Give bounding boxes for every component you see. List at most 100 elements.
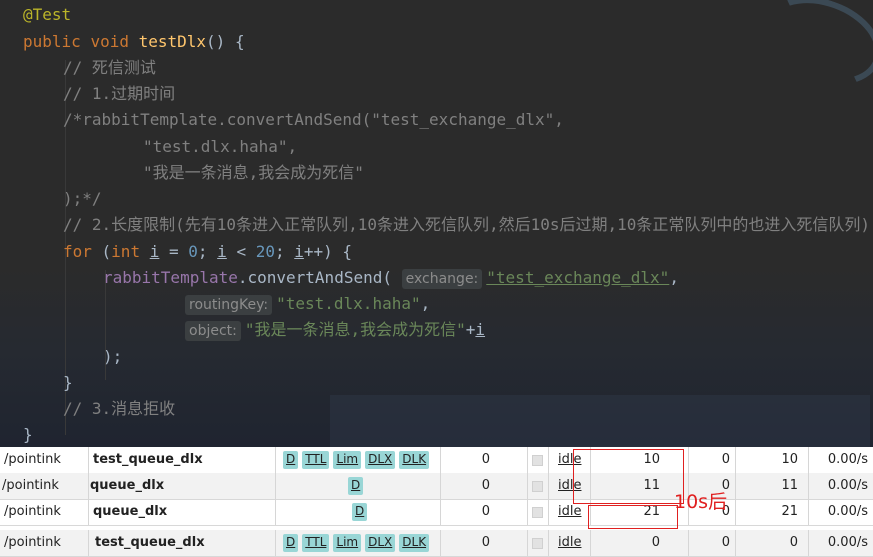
number-token: 0 xyxy=(188,242,198,261)
column-separator xyxy=(590,530,591,556)
total-count-cell: 11 xyxy=(781,478,798,493)
vhost-cell: /pointink xyxy=(4,504,61,519)
state-indicator xyxy=(532,481,543,492)
vhost-cell: /pointink xyxy=(4,535,61,550)
code-token: < xyxy=(226,242,256,261)
feature-tag[interactable]: D xyxy=(352,503,368,521)
count-cell: 0 xyxy=(481,504,490,519)
code-token: ; xyxy=(274,242,295,261)
state-cell: idle xyxy=(558,535,582,550)
variable-token: i xyxy=(149,242,160,261)
column-separator xyxy=(548,530,549,556)
code-comment: /*rabbitTemplate.convertAndSend("test_ex… xyxy=(63,107,564,133)
features-cell: D TTL Lim DLX DLK xyxy=(283,451,430,469)
feature-tag[interactable]: D xyxy=(348,477,364,495)
code-comment: // 死信测试 xyxy=(63,58,156,77)
features-cell: D TTL Lim DLX DLK xyxy=(283,534,430,552)
feature-tag[interactable]: DLX xyxy=(365,534,396,552)
column-separator xyxy=(440,499,441,525)
vhost-cell: /pointink xyxy=(4,452,61,467)
code-comment: );*/ xyxy=(63,189,102,208)
code-line: } xyxy=(63,373,73,392)
annotation-label: 10s后 xyxy=(674,491,728,513)
column-separator xyxy=(440,473,441,499)
feature-tag[interactable]: Lim xyxy=(333,451,362,469)
features-cell: D xyxy=(348,477,364,495)
column-separator xyxy=(88,530,89,556)
code-line: public void testDlx() { xyxy=(23,29,245,55)
code-line: ); xyxy=(103,347,123,366)
code-comment: // 2.长度限制(先有10条进入正常队列,10条进入死信队列,然后10s后过期… xyxy=(63,215,871,234)
column-separator xyxy=(735,447,736,473)
feature-tag[interactable]: Lim xyxy=(333,534,362,552)
ready-count-cell: 0 xyxy=(651,535,660,550)
code-line: @Test xyxy=(23,2,71,28)
column-separator xyxy=(527,447,528,473)
code-token: = xyxy=(159,242,189,261)
code-line: } xyxy=(23,425,33,444)
state-indicator xyxy=(532,507,543,518)
queues-table: /pointink test_queue_dlx D TTL Lim DLX DLK 0 idl… xyxy=(0,447,873,557)
code-comment: "test.dlx.haha", xyxy=(143,137,298,156)
annotation-token: @Test xyxy=(23,5,72,24)
rate-cell: 0.00/s xyxy=(827,452,868,467)
variable-token: i xyxy=(217,242,227,261)
state-indicator xyxy=(532,455,543,466)
highlight-box xyxy=(573,449,684,504)
variable-token: i xyxy=(294,242,304,261)
table-row: /pointink test_queue_dlx D TTL Lim DLX DLK 0 idl… xyxy=(0,447,873,474)
column-separator xyxy=(735,499,736,525)
feature-tag[interactable]: DLK xyxy=(399,451,430,469)
keyword-token: int xyxy=(111,242,141,261)
column-separator xyxy=(548,499,549,525)
feature-tag[interactable]: DLK xyxy=(399,534,430,552)
code-token: ++) { xyxy=(303,242,353,261)
column-separator xyxy=(527,499,528,525)
code-token: () { xyxy=(206,32,245,51)
total-count-cell: 0 xyxy=(789,535,798,550)
queue-name-link[interactable]: test_queue_dlx xyxy=(95,530,205,556)
rate-cell: 0.00/s xyxy=(827,504,868,519)
feature-tag[interactable]: DLX xyxy=(365,451,396,469)
code-token: , xyxy=(669,268,679,287)
feature-tag[interactable]: D xyxy=(283,534,299,552)
queue-name-link[interactable]: queue_dlx xyxy=(90,473,164,499)
column-separator xyxy=(548,473,549,499)
feature-tag[interactable]: TTL xyxy=(302,534,330,552)
code-token: + xyxy=(465,320,476,339)
total-count-cell: 10 xyxy=(781,452,798,467)
parameter-hint: routingKey: xyxy=(185,295,273,315)
string-token: "我是一条消息,我会成为死信" xyxy=(244,320,466,339)
variable-token: i xyxy=(475,320,486,339)
code-line: routingKey: "test.dlx.haha", xyxy=(185,291,430,317)
string-token: "test.dlx.haha" xyxy=(276,294,421,313)
column-separator xyxy=(548,447,549,473)
queue-name-link[interactable]: test_queue_dlx xyxy=(93,447,203,473)
column-separator xyxy=(688,447,689,473)
method-name: testDlx xyxy=(138,32,207,51)
count-cell: 0 xyxy=(481,478,490,493)
feature-tag[interactable]: D xyxy=(283,451,299,469)
field-token: rabbitTemplate xyxy=(103,268,238,287)
column-separator xyxy=(808,447,809,473)
keyword-token: for xyxy=(63,242,92,261)
code-line: object: "我是一条消息,我会成为死信"+i xyxy=(185,317,485,343)
state-indicator xyxy=(532,538,543,549)
queue-name-link[interactable]: queue_dlx xyxy=(93,499,167,525)
count-cell: 0 xyxy=(481,452,490,467)
vhost-cell: /pointink xyxy=(2,478,59,493)
column-separator xyxy=(527,530,528,556)
highlight-box xyxy=(588,505,678,529)
code-editor[interactable]: @Test public void testDlx() { // 死信测试 //… xyxy=(0,0,873,447)
column-separator xyxy=(808,499,809,525)
code-token: .convertAndSend( xyxy=(237,268,392,287)
code-token: ( xyxy=(91,242,112,261)
total-count-cell: 21 xyxy=(781,504,798,519)
parameter-hint: exchange: xyxy=(401,269,483,289)
background-decoration xyxy=(750,0,873,101)
background-decoration xyxy=(330,395,870,447)
feature-tag[interactable]: TTL xyxy=(302,451,330,469)
table-row: /pointink test_queue_dlx D TTL Lim DLX DLK 0 idl… xyxy=(0,530,873,557)
unacked-count-cell: 0 xyxy=(721,452,730,467)
code-comment: // 3.消息拒收 xyxy=(63,399,176,418)
